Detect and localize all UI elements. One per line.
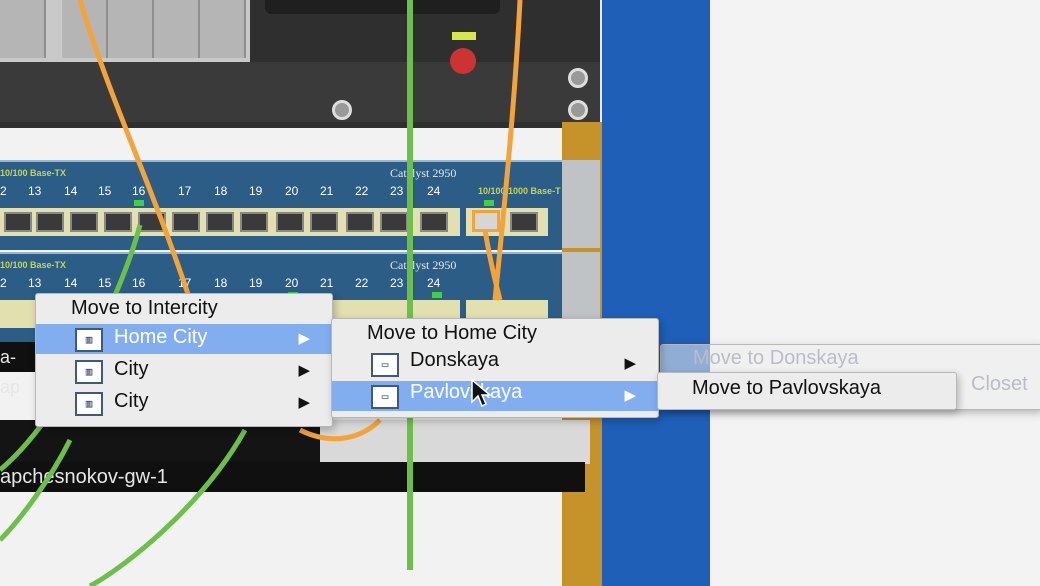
- submenu-arrow-icon: ▶: [298, 330, 310, 347]
- menu-item-label: Pavlovskaya: [410, 381, 523, 403]
- menu-item-label: Move to Intercity: [71, 297, 218, 319]
- context-menu-move: Move to Intercity ▥ Home City ▶ ▥ City ▶…: [35, 293, 333, 427]
- ghost-menu-text: Move to Donskaya: [693, 347, 859, 369]
- submenu-home-city: Move to Home City ▭ Donskaya ▶ ▭ Pavlovs…: [331, 318, 659, 418]
- menu-item-city[interactable]: ▥ City ▶: [36, 388, 332, 418]
- cable-green: [88, 428, 248, 586]
- menu-item-label: Home City: [114, 326, 208, 348]
- wall: [602, 0, 710, 586]
- background-area: [710, 0, 1040, 586]
- city-icon: ▥: [75, 328, 103, 352]
- menu-item-move-to-pavlovskaya[interactable]: Move to Pavlovskaya: [658, 375, 956, 405]
- menu-item-donskaya[interactable]: ▭ Donskaya ▶: [332, 349, 658, 379]
- city-icon: ▥: [75, 360, 103, 384]
- menu-item-city[interactable]: ▥ City ▶: [36, 356, 332, 386]
- submenu-pavlovskaya: Move to Pavlovskaya: [657, 372, 957, 410]
- building-icon: ▭: [371, 353, 399, 377]
- mouse-cursor-icon: [471, 378, 493, 408]
- menu-item-move-to-intercity[interactable]: Move to Intercity: [36, 295, 332, 325]
- cable-orange: [492, 0, 523, 301]
- building-icon: ▭: [371, 385, 399, 409]
- ghost-menu-text: Closet: [971, 373, 1028, 395]
- menu-item-home-city[interactable]: ▥ Home City ▶: [36, 324, 332, 354]
- menu-item-pavlovskaya[interactable]: ▭ Pavlovskaya ▶: [332, 381, 658, 411]
- submenu-arrow-icon: ▶: [298, 362, 310, 379]
- menu-item-label: City: [114, 358, 149, 380]
- cable-green: [0, 438, 73, 542]
- city-icon: ▥: [75, 392, 103, 416]
- menu-item-move-to-home-city[interactable]: Move to Home City: [332, 320, 658, 350]
- menu-item-label: City: [114, 390, 149, 412]
- submenu-arrow-icon: ▶: [624, 355, 636, 372]
- cable-orange: [77, 0, 193, 301]
- menu-item-label: Donskaya: [410, 349, 499, 371]
- submenu-arrow-icon: ▶: [624, 387, 636, 404]
- submenu-arrow-icon: ▶: [298, 394, 310, 411]
- menu-item-label: Move to Home City: [367, 322, 538, 344]
- menu-item-label: Move to Pavlovskaya: [692, 377, 881, 399]
